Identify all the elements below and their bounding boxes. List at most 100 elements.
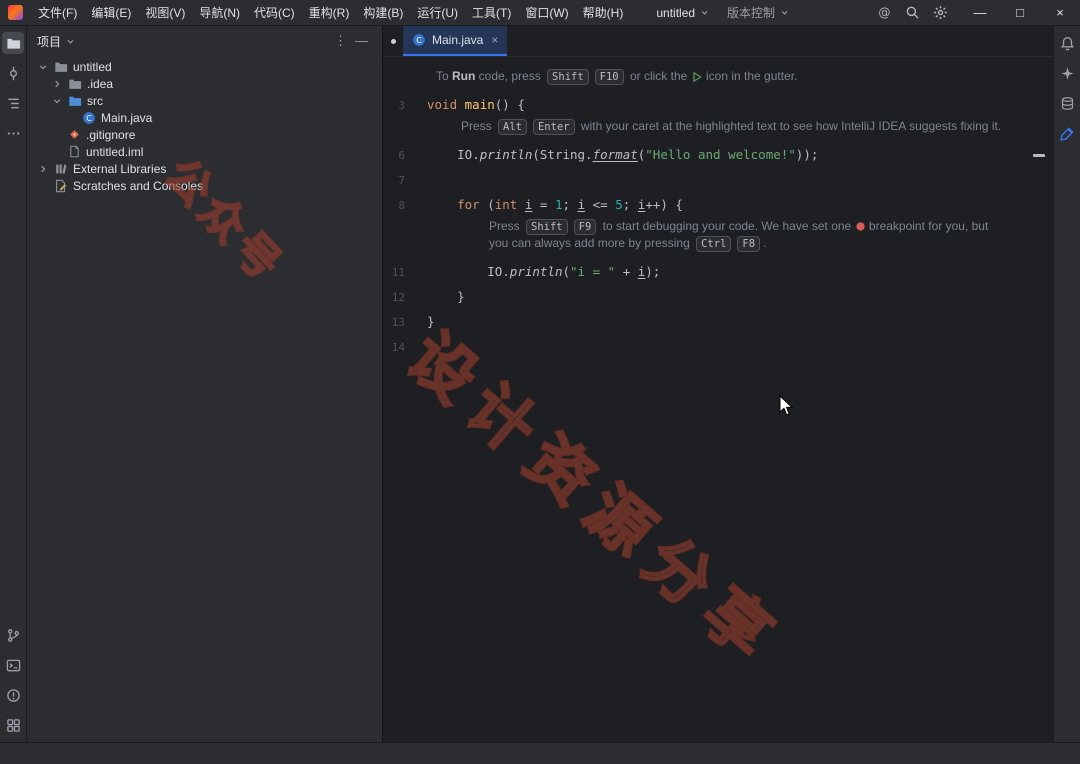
chevron-down-icon[interactable]: [51, 96, 63, 106]
tree-item-external-libraries[interactable]: External Libraries: [27, 160, 382, 177]
line-number: 6: [398, 149, 405, 162]
chevron-down-icon: [700, 8, 709, 17]
menu-item-9[interactable]: 窗口(W): [518, 2, 575, 23]
line-number: 8: [398, 199, 405, 212]
services-tool-button[interactable]: [2, 714, 24, 736]
settings-button[interactable]: [928, 2, 952, 24]
line-number: [383, 68, 405, 85]
hint-text: Press Shift F9 to start debugging your co…: [489, 219, 989, 235]
more-tool-button[interactable]: [2, 122, 24, 144]
at-button[interactable]: @: [872, 2, 896, 24]
menu-item-3[interactable]: 导航(N): [192, 2, 247, 23]
key-badge: Shift: [547, 69, 589, 85]
tree-item-label: External Libraries: [73, 161, 167, 176]
hide-icon[interactable]: —: [351, 33, 372, 48]
problems-icon: [6, 688, 21, 703]
menu-item-10[interactable]: 帮助(H): [576, 2, 631, 23]
java-class-icon: C: [82, 111, 96, 125]
menu-item-0[interactable]: 文件(F): [31, 2, 84, 23]
tree-item-scratches-and-consoles[interactable]: Scratches and Consoles: [27, 177, 382, 194]
tree-item-main-java[interactable]: C Main.java: [27, 109, 382, 126]
database-tool-button[interactable]: [1056, 92, 1078, 114]
folder-src-icon: [68, 94, 82, 108]
right-rail-icons: [1056, 32, 1078, 144]
search-button[interactable]: [900, 2, 924, 24]
tab-main-java[interactable]: C Main.java ×: [403, 26, 508, 56]
commit-icon: [6, 66, 21, 81]
menu-item-1[interactable]: 编辑(E): [84, 2, 138, 23]
menu-item-5[interactable]: 重构(R): [302, 2, 357, 23]
commit-tool-button[interactable]: [2, 62, 24, 84]
title-bar: 文件(F) 编辑(E) 视图(V) 导航(N) 代码(C) 重构(R) 构建(B) 运行(U)…: [0, 0, 1080, 26]
code-text: }: [427, 314, 435, 329]
tab-close-icon[interactable]: ×: [491, 33, 498, 47]
tree-item-label: Scratches and Consoles: [73, 178, 204, 193]
structure-icon: [6, 96, 21, 111]
svg-text:C: C: [86, 113, 92, 122]
key-badge: Alt: [498, 119, 527, 135]
terminal-tool-button[interactable]: [2, 654, 24, 676]
vcs-selector[interactable]: 版本控制: [727, 4, 789, 21]
options-icon[interactable]: ⋮: [330, 33, 351, 48]
editor-area[interactable]: C Main.java × To Run code, press Shift F1…: [383, 26, 1053, 742]
menu-item-8[interactable]: 工具(T): [465, 2, 518, 23]
menu-item-2[interactable]: 视图(V): [138, 2, 192, 23]
line-number: [383, 118, 405, 135]
problems-tool-button[interactable]: [2, 684, 24, 706]
code-text: for (int i = 1; i <= 5; i++) {: [457, 197, 683, 212]
key-badge: Ctrl: [696, 236, 732, 252]
database-icon: [1060, 96, 1075, 111]
tree-item-gitignore[interactable]: .gitignore: [27, 126, 382, 143]
project-selector[interactable]: untitled: [656, 6, 709, 20]
left-rail-bottom: [2, 624, 24, 736]
tree-item-src[interactable]: src: [27, 92, 382, 109]
line-number: [383, 218, 405, 235]
java-class-icon: C: [412, 33, 426, 47]
code-line: 3 void main() {: [383, 89, 1053, 114]
code-text: IO.println("i = " + i);: [427, 264, 661, 279]
tree-item-label: .idea: [87, 76, 114, 91]
key-badge: F10: [594, 69, 624, 85]
project-tool-button[interactable]: [2, 32, 24, 54]
ai-assistant-tool-button[interactable]: [1056, 62, 1078, 84]
menu-item-6[interactable]: 构建(B): [356, 2, 410, 23]
code-editor[interactable]: To Run code, press Shift F10 or click the…: [383, 57, 1053, 742]
chevron-down-icon: [66, 37, 75, 46]
project-panel-title: 项目: [37, 34, 62, 49]
editor-tab-bar: C Main.java ×: [383, 26, 1053, 57]
tree-item-label: untitled.iml: [86, 144, 144, 159]
project-tree: untitled .idea src C Main.java .gitignore unti…: [27, 56, 382, 742]
key-badge: Enter: [532, 119, 575, 135]
version-control-tool-button[interactable]: [2, 624, 24, 646]
chevron-right-icon[interactable]: [37, 164, 49, 174]
more-icon: [6, 126, 21, 141]
tree-item-untitled-iml[interactable]: untitled.iml: [27, 143, 382, 160]
tree-item-untitled[interactable]: untitled: [27, 58, 382, 75]
modified-dot-icon: [391, 38, 396, 44]
line-number: [383, 235, 405, 252]
code-line: 8 for (int i = 1; i <= 5; i++) {: [383, 189, 1053, 214]
code-text: IO.println(String.format("Hello and welc…: [427, 147, 819, 162]
minimize-button[interactable]: —: [960, 0, 1000, 25]
tab-label: Main.java: [432, 33, 484, 47]
code-line: 12 }: [383, 281, 1053, 306]
chevron-right-icon[interactable]: [51, 79, 63, 89]
edit-blue-tool-button[interactable]: [1056, 122, 1078, 144]
menu-item-7[interactable]: 运行(U): [410, 2, 465, 23]
editor-hint-line: you can always add more by pressing Ctrl…: [383, 235, 1053, 252]
notifications-tool-button[interactable]: [1056, 32, 1078, 54]
chevron-down-icon[interactable]: [37, 62, 49, 72]
menu-item-4[interactable]: 代码(C): [247, 2, 302, 23]
editor-hint-line: Press Alt Enter with your caret at the hi…: [383, 118, 1053, 135]
tree-item-idea[interactable]: .idea: [27, 75, 382, 92]
vcs-selector-label: 版本控制: [727, 6, 776, 20]
code-line: 7: [383, 164, 1053, 189]
close-button[interactable]: ×: [1040, 0, 1080, 25]
hint-text: you can always add more by pressing Ctrl…: [489, 236, 767, 252]
structure-tool-button[interactable]: [2, 92, 24, 114]
line-number: 11: [391, 266, 405, 279]
status-bar: [0, 742, 1080, 764]
maximize-button[interactable]: □: [1000, 0, 1040, 25]
